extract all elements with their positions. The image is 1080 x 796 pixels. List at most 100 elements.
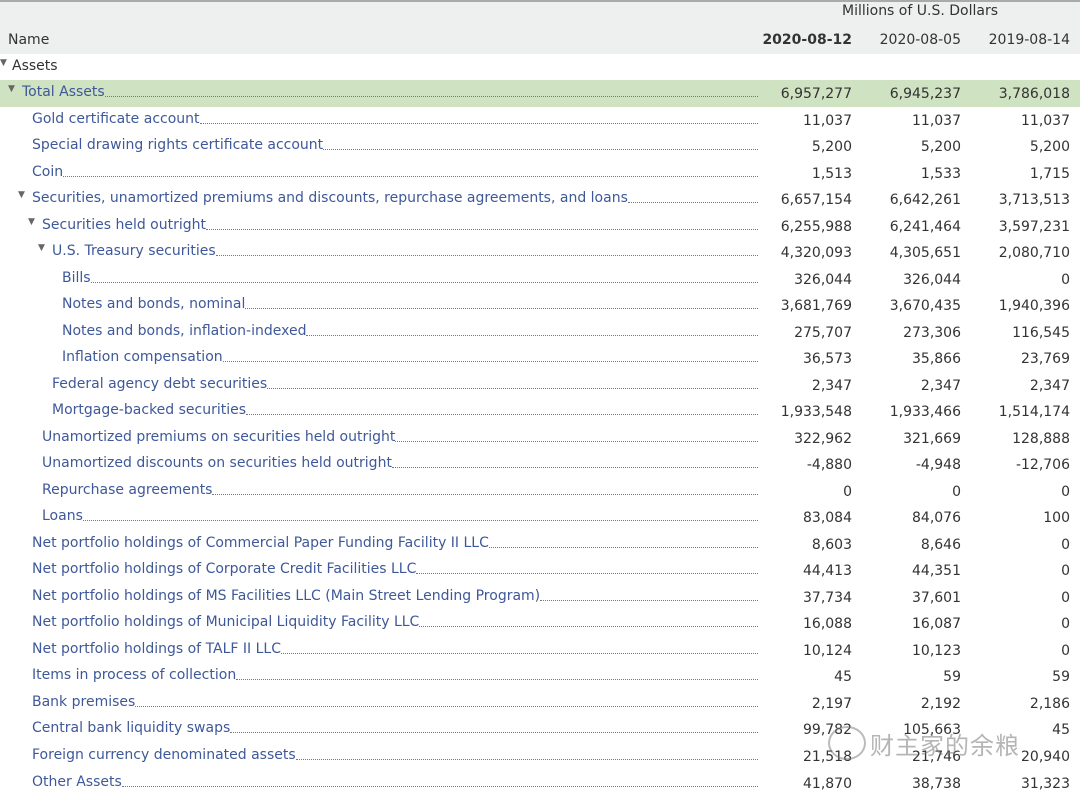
row-value: 44,413: [803, 563, 852, 580]
leader-dots: [419, 626, 758, 628]
table-row[interactable]: Mortgage-backed securities 1,933,548 1,933…: [0, 398, 1080, 425]
row-value: 6,642,261: [889, 192, 961, 209]
row-value: 275,707: [794, 324, 852, 341]
table-row[interactable]: Unamortized discounts on securities held…: [0, 451, 1080, 478]
table-row[interactable]: ▼ Securities held outright 6,255,988 6,241,…: [0, 213, 1080, 240]
row-value: 1,513: [811, 165, 852, 182]
row-value: 1,933,548: [780, 404, 852, 421]
row-value: 8,646: [920, 536, 961, 553]
table-row[interactable]: Repurchase agreements 0 0 0: [0, 478, 1080, 505]
table-row[interactable]: Bills 326,044 326,044 0: [0, 266, 1080, 293]
table-row[interactable]: Coin 1,513 1,533 1,715: [0, 160, 1080, 187]
table-row[interactable]: Inflation compensation 36,573 35,866 23,769: [0, 345, 1080, 372]
row-label: Bank premises: [32, 693, 136, 710]
row-label: Central bank liquidity swaps: [32, 720, 231, 737]
row-label: Unamortized premiums on securities held …: [42, 428, 396, 445]
leader-dots: [296, 759, 758, 760]
row-label: Special drawing rights certificate accou…: [32, 137, 324, 154]
row-value: 3,713,513: [998, 192, 1070, 209]
row-value: 326,044: [903, 271, 961, 288]
row-value: 0: [843, 483, 852, 500]
expand-triangle-icon[interactable]: ▼: [38, 243, 45, 253]
expand-triangle-icon[interactable]: ▼: [28, 217, 35, 227]
table-row[interactable]: Gold certificate account 11,037 11,037 11,0…: [0, 107, 1080, 134]
table-row[interactable]: ▼ Securities, unamortized premiums and di…: [0, 186, 1080, 213]
collapse-triangle-icon[interactable]: ▼: [0, 58, 7, 68]
row-value: -4,880: [806, 457, 852, 474]
leader-dots: [200, 122, 758, 124]
row-value: 6,945,237: [889, 86, 961, 102]
table-row[interactable]: Net portfolio holdings of MS Facilities …: [0, 584, 1080, 611]
row-label: Inflation compensation: [62, 349, 223, 366]
leader-dots: [230, 732, 758, 734]
table-row[interactable]: Net portfolio holdings of Commercial Pap…: [0, 531, 1080, 558]
row-value: 6,255,988: [780, 218, 852, 235]
table-row[interactable]: Net portfolio holdings of Corporate Cred…: [0, 557, 1080, 584]
row-value: 3,681,769: [780, 298, 852, 315]
leader-dots: [212, 493, 758, 495]
row-value: 2,347: [811, 377, 852, 394]
row-value: 83,084: [803, 510, 852, 527]
leader-dots: [306, 334, 758, 336]
leader-dots: [91, 281, 758, 283]
table-row[interactable]: Notes and bonds, inflation-indexed 275,70…: [0, 319, 1080, 346]
row-value: 16,088: [803, 616, 852, 633]
row-value: 6,241,464: [889, 218, 961, 235]
table-row[interactable]: Items in process of collection 45 59 59: [0, 663, 1080, 690]
column-header-date-1[interactable]: 2020-08-12: [752, 32, 852, 48]
row-value: 0: [1061, 271, 1070, 288]
leader-dots: [63, 175, 758, 177]
row-label: Gold certificate account: [32, 110, 200, 127]
row-value: 10,124: [803, 642, 852, 659]
row-value: 37,734: [803, 589, 852, 606]
row-value: 321,669: [903, 430, 961, 447]
section-row-assets[interactable]: ▼ Assets: [0, 54, 1080, 81]
expand-triangle-icon[interactable]: ▼: [8, 84, 15, 94]
row-value: 3,786,018: [998, 86, 1070, 102]
row-value: 6,957,277: [780, 86, 852, 102]
leader-dots: [489, 546, 758, 548]
table-row[interactable]: Special drawing rights certificate accou…: [0, 133, 1080, 160]
row-value: 0: [1061, 483, 1070, 500]
expand-triangle-icon[interactable]: ▼: [18, 190, 25, 200]
row-value: 4,320,093: [780, 245, 852, 262]
wechat-logo-icon: [828, 726, 866, 760]
table-row[interactable]: Federal agency debt securities 2,347 2,347…: [0, 372, 1080, 399]
leader-dots: [122, 785, 758, 787]
row-value: 0: [1061, 536, 1070, 553]
row-value: 6,657,154: [780, 192, 852, 209]
row-label: Foreign currency denominated assets: [32, 747, 296, 763]
leader-dots: [223, 361, 758, 363]
row-label: Securities, unamortized premiums and dis…: [32, 190, 628, 207]
row-value: 37,601: [912, 589, 961, 606]
name-column-header[interactable]: Name: [8, 32, 49, 48]
row-label: Net portfolio holdings of MS Facilities …: [32, 587, 541, 604]
row-label: Items in process of collection: [32, 667, 237, 684]
leader-dots: [395, 440, 758, 442]
table-row[interactable]: Bank premises 2,197 2,192 2,186: [0, 690, 1080, 717]
row-label: Total Assets: [22, 84, 105, 100]
section-label: Assets: [12, 58, 58, 74]
column-header-date-3[interactable]: 2019-08-14: [970, 32, 1070, 48]
table-row[interactable]: ▼ U.S. Treasury securities 4,320,093 4,305,…: [0, 239, 1080, 266]
column-header-date-2[interactable]: 2020-08-05: [861, 32, 961, 48]
table-row[interactable]: ▼ Total Assets 6,957,277 6,945,237 3,786,018: [0, 80, 1080, 107]
row-value: 5,200: [920, 139, 961, 156]
row-value: -4,948: [915, 457, 961, 474]
leader-dots: [416, 573, 758, 575]
table-row[interactable]: Unamortized premiums on securities held …: [0, 425, 1080, 452]
row-label: Bills: [62, 269, 91, 286]
row-value: 3,670,435: [889, 298, 961, 315]
table-row[interactable]: Other Assets 41,870 38,738 31,323: [0, 770, 1080, 796]
row-value: 1,940,396: [998, 298, 1070, 315]
row-value: 0: [1061, 616, 1070, 633]
row-label: U.S. Treasury securities: [52, 243, 216, 260]
table-row[interactable]: Net portfolio holdings of Municipal Liqu…: [0, 610, 1080, 637]
row-value: 100: [1043, 510, 1070, 527]
table-row[interactable]: Net portfolio holdings of TALF II LLC 10,…: [0, 637, 1080, 664]
leader-dots: [540, 599, 758, 601]
row-value: 0: [952, 483, 961, 500]
table-row[interactable]: Notes and bonds, nominal 3,681,769 3,670,4…: [0, 292, 1080, 319]
table-row[interactable]: Loans 83,084 84,076 100: [0, 504, 1080, 531]
row-value: 2,080,710: [998, 245, 1070, 262]
